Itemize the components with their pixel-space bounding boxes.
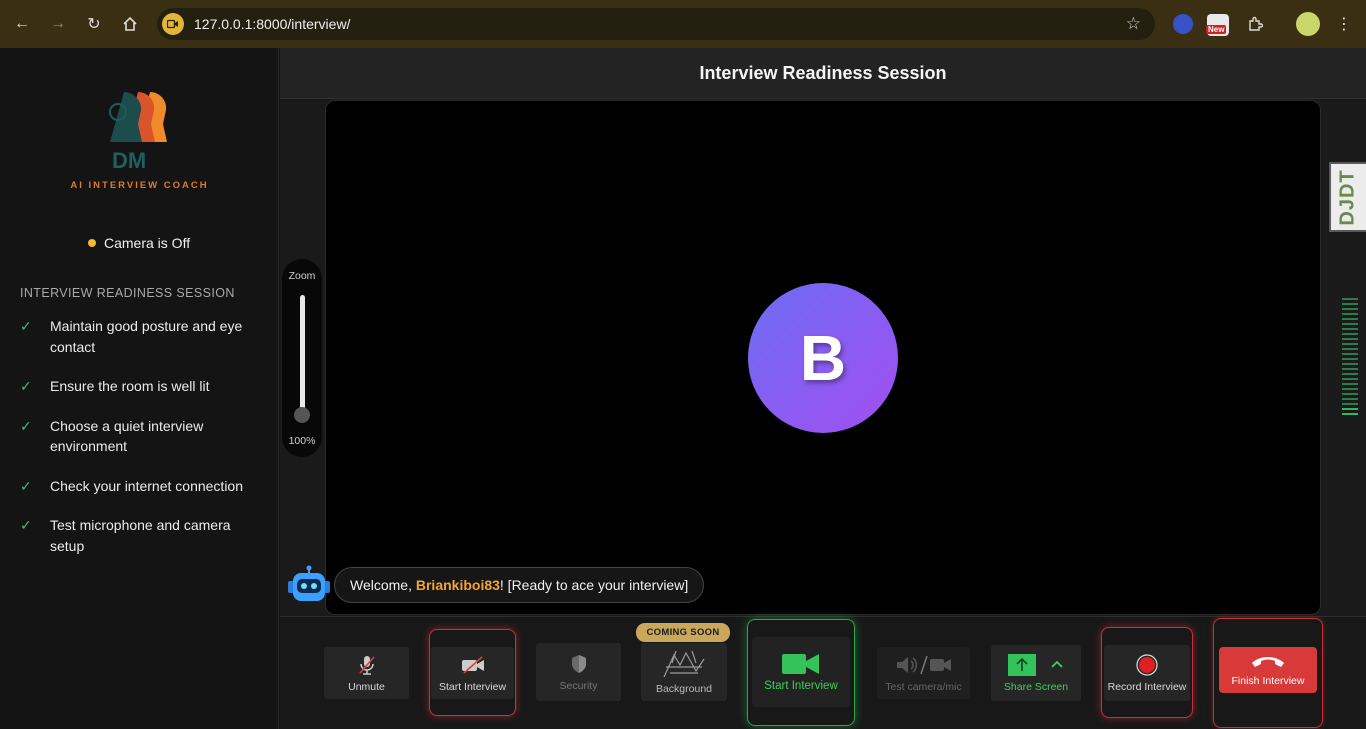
video-preview: B [325,100,1321,615]
coming-soon-badge: COMING SOON [636,623,730,642]
session-header: Interview Readiness Session [280,48,1366,99]
checklist-title: INTERVIEW READINESS SESSION [20,286,235,300]
list-item: ✓ Check your internet connection [20,476,265,497]
background-button[interactable]: Background [641,643,727,701]
security-label: Security [559,680,598,692]
list-item: ✓ Choose a quiet interview environment [20,416,265,457]
background-label: Background [655,683,713,695]
check-icon: ✓ [20,517,32,533]
url-text: 127.0.0.1:8000/interview/ [194,16,351,32]
main-panel: Interview Readiness Session Zoom 100% B … [280,48,1366,729]
readiness-checklist: ✓ Maintain good posture and eye contact ✓… [20,316,265,575]
tip-text: Maintain good posture and eye contact [50,318,243,355]
forward-icon[interactable]: → [44,10,72,38]
test-camera-mic-label: Test camera/mic [885,681,962,693]
camera-status-text: Camera is Off [104,235,191,251]
audio-level-meter [1342,298,1358,418]
user-avatar: B [748,283,898,433]
robot-icon [286,565,332,605]
record-icon [1136,653,1158,677]
record-label: Record Interview [1107,681,1187,693]
check-icon: ✓ [20,318,32,334]
list-item: ✓ Ensure the room is well lit [20,376,265,397]
record-interview-button[interactable]: Record Interview [1104,645,1190,701]
finish-interview-button[interactable]: Finish Interview [1219,647,1317,693]
background-icon [662,649,706,679]
check-icon: ✓ [20,477,32,494]
check-icon: ✓ [20,417,32,434]
reload-icon[interactable]: ↻ [80,10,108,38]
camera-status: Camera is Off [88,235,190,251]
profile-avatar[interactable] [1296,12,1320,36]
address-bar[interactable]: 127.0.0.1:8000/interview/ ☆ [157,8,1155,40]
tip-text: Ensure the room is well lit [50,378,210,394]
page-title: Interview Readiness Session [699,62,947,83]
zoom-slider-track[interactable] [300,295,305,415]
unmute-button[interactable]: Unmute [324,647,409,699]
start-camera-button[interactable]: Start Interview [431,647,514,699]
share-screen-icon [1006,653,1066,677]
zoom-value: 100% [288,435,316,447]
debug-toolbar-handle[interactable]: DJDT [1329,162,1366,232]
bookmark-star-icon[interactable]: ☆ [1126,14,1141,34]
svg-text:DM: DM [112,148,146,173]
start-camera-label: Start Interview [438,681,507,693]
username: Briankiboi83 [415,577,500,593]
share-screen-label: Share Screen [1003,681,1069,693]
extensions-puzzle-icon[interactable] [1241,10,1269,38]
home-icon[interactable] [116,10,144,38]
welcome-message: Welcome, Briankiboi83 ! [Ready to ace yo… [286,565,705,605]
extension-icon[interactable] [1173,14,1193,34]
check-icon: ✓ [20,378,32,394]
status-dot-icon [88,239,96,247]
list-item: ✓ Maintain good posture and eye contact [20,316,265,357]
control-bar: Unmute Start Interview Security Backgrou… [280,616,1366,729]
video-camera-icon [781,652,821,676]
sidebar: DM AI INTERVIEW COACH Camera is Off INTE… [0,48,279,729]
list-item: ✓ Test microphone and camera setup [20,515,265,556]
new-badge: New [1206,25,1227,34]
shield-icon [569,652,589,676]
tip-text: Test microphone and camera setup [50,517,231,554]
security-button[interactable]: Security [536,643,621,701]
zoom-slider-handle[interactable] [294,407,310,423]
back-icon[interactable]: ← [8,10,36,38]
camera-off-icon [460,653,486,677]
zoom-control: Zoom 100% [282,259,322,457]
hang-up-icon [1250,654,1286,672]
tip-text: Choose a quiet interview environment [50,417,204,455]
share-screen-button[interactable]: Share Screen [991,645,1081,701]
new-extension-icon[interactable]: New [1206,14,1229,36]
djdt-label: DJDT [1337,168,1360,226]
start-interview-label: Start Interview [764,680,838,692]
tip-text: Check your internet connection [50,477,243,494]
welcome-suffix: ! [Ready to ace your interview] [499,577,689,593]
mic-muted-icon [357,653,377,677]
finish-label: Finish Interview [1231,674,1305,687]
welcome-prefix: Welcome, [350,577,416,593]
start-interview-button[interactable]: Start Interview [752,637,850,707]
speaker-camera-icon [895,653,953,677]
zoom-label: Zoom [288,270,316,282]
test-camera-mic-button[interactable]: Test camera/mic [877,647,970,699]
browser-toolbar: ← → ↻ 127.0.0.1:8000/interview/ ☆ New ⋮ [0,0,1366,48]
unmute-label: Unmute [348,681,385,693]
site-camera-icon[interactable] [162,13,184,35]
browser-menu-icon[interactable]: ⋮ [1330,10,1358,38]
welcome-bubble: Welcome, Briankiboi83 ! [Ready to ace yo… [334,567,705,603]
logo-subtitle: AI INTERVIEW COACH [70,180,209,191]
